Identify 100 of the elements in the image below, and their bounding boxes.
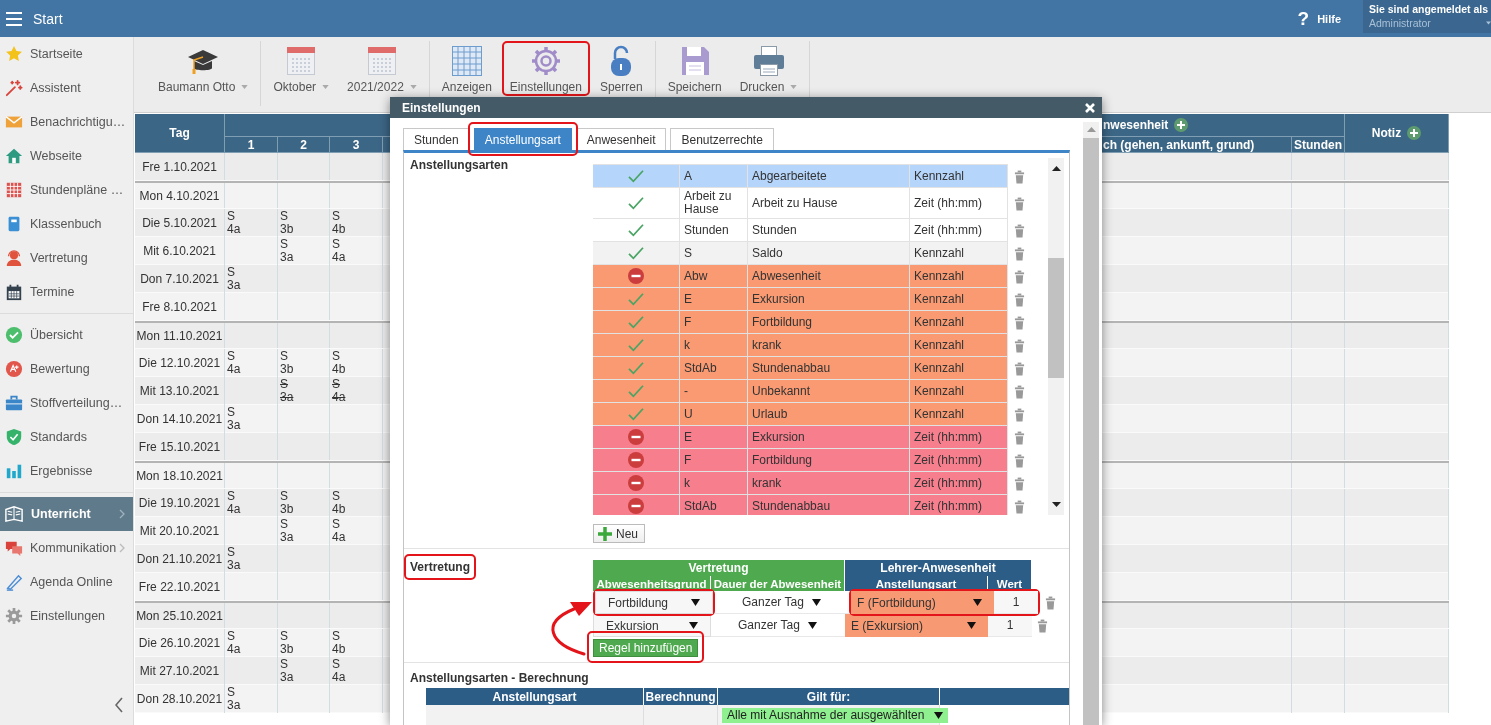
sidebar-item[interactable]: Klassenbuch [0, 207, 133, 241]
column-header: nwesenheit [1103, 118, 1169, 132]
toolbar-button[interactable]: Drucken [731, 41, 806, 96]
sidebar-item[interactable]: Stoffverteilung… [0, 386, 133, 420]
dropdown[interactable]: E (Exkursion) [845, 614, 988, 637]
close-icon[interactable] [1084, 101, 1096, 114]
toolbar-button[interactable]: Baumann Otto [150, 41, 257, 96]
sidebar-item[interactable]: Startseite [0, 37, 133, 71]
scroll-down-icon[interactable] [1051, 502, 1061, 507]
toolbar-button[interactable]: Speichern [659, 41, 730, 96]
table-cell: Fortbildung [748, 449, 910, 471]
sidebar-item[interactable]: Vertretung [0, 241, 133, 275]
trash-icon[interactable] [1013, 315, 1025, 330]
toolbar-button[interactable]: 2021/2022 [339, 41, 425, 96]
scrollbar-thumb[interactable] [1048, 258, 1064, 378]
table-cell: Stunden [680, 219, 748, 241]
sidebar-item[interactable]: Bewertung [0, 352, 133, 386]
collapse-icon[interactable] [115, 697, 123, 713]
table-cell: k [680, 334, 748, 356]
table-cell: Urlaub [748, 403, 910, 425]
table-cell: krank [748, 334, 910, 356]
table-cell: Zeit (hh:mm) [910, 219, 1008, 241]
trash-icon[interactable] [1013, 476, 1025, 491]
trash-icon[interactable] [1013, 499, 1025, 514]
table-cell: F [680, 311, 748, 333]
tab[interactable]: Anwesenheit [575, 128, 667, 150]
trash-icon[interactable] [1013, 223, 1025, 238]
sidebar-item[interactable]: Ergebnisse [0, 454, 133, 488]
number-field[interactable]: 1 [988, 614, 1032, 637]
dropdown[interactable]: F (Fortbildung) [851, 591, 994, 614]
table-cell: StdAb [680, 357, 748, 379]
trash-icon[interactable] [1013, 269, 1025, 284]
table-cell: S [680, 242, 748, 264]
table-cell: Kennzahl [910, 265, 1008, 287]
sidebar-item[interactable]: Benachrichtigu… [0, 105, 133, 139]
table-cell: Zeit (hh:mm) [910, 472, 1008, 494]
pen-icon [5, 573, 23, 591]
grid-icon [449, 44, 484, 78]
grade-icon [5, 360, 23, 378]
table-cell: Fre 8.10.2021 [135, 293, 225, 320]
toolbar-button[interactable]: Oktober [265, 41, 338, 96]
table-cell: S 3a [225, 685, 278, 713]
table-cell: Mon 25.10.2021 [135, 603, 225, 628]
table-cell: E [680, 288, 748, 310]
trash-icon[interactable] [1013, 196, 1025, 211]
trash-icon[interactable] [1013, 453, 1025, 468]
printer-icon [751, 44, 786, 78]
table-cell: Arbeit zu Hause [680, 188, 748, 218]
table-cell: Exkursion [748, 288, 910, 310]
scroll-up-icon[interactable] [1051, 166, 1061, 171]
user-menu[interactable]: Sie sind angemeldet als Administrator [1363, 0, 1491, 33]
sidebar-item[interactable]: Agenda Online [0, 565, 133, 599]
trash-icon[interactable] [1013, 169, 1025, 184]
calendar-icon [5, 283, 23, 301]
number-field[interactable]: 1 [994, 591, 1038, 614]
help-button[interactable]: ? Hilfe [1297, 7, 1341, 30]
table-cell: Arbeit zu Hause [748, 188, 910, 218]
sidebar-item[interactable]: Termine [0, 275, 133, 309]
table-cell: k [680, 472, 748, 494]
sidebar-item[interactable]: Standards [0, 420, 133, 454]
trash-icon[interactable] [1013, 384, 1025, 399]
sidebar-item[interactable]: Übersicht [0, 318, 133, 352]
table-cell: Unbekannt [748, 380, 910, 402]
dropdown[interactable]: Fortbildung [595, 591, 713, 614]
sidebar-item[interactable]: Einstellungen [0, 599, 133, 633]
table-cell: E [680, 426, 748, 448]
table-cell: Stundenabbau [748, 357, 910, 379]
new-button[interactable]: Neu [593, 524, 645, 543]
add-icon[interactable] [1174, 118, 1189, 132]
tab[interactable]: Stunden [403, 128, 470, 150]
trash-icon[interactable] [1013, 361, 1025, 376]
trash-icon[interactable] [1045, 595, 1056, 610]
sidebar-item[interactable]: Webseite [0, 139, 133, 173]
table-cell: Zeit (hh:mm) [910, 188, 1008, 218]
sidebar-item[interactable]: Unterricht [0, 497, 133, 531]
trash-icon[interactable] [1013, 338, 1025, 353]
toolbar-button[interactable]: Anzeigen [433, 41, 500, 96]
trash-icon[interactable] [1013, 246, 1025, 261]
caret-icon [1486, 21, 1491, 25]
menu-icon[interactable] [6, 11, 22, 26]
toolbar-button[interactable]: Einstellungen [501, 41, 590, 96]
trash-icon[interactable] [1013, 292, 1025, 307]
section-label: Anstellungsarten [410, 158, 508, 172]
table-cell: Kennzahl [910, 288, 1008, 310]
table-cell: F [680, 449, 748, 471]
table-cell: Kennzahl [910, 357, 1008, 379]
tab[interactable]: Benutzerrechte [670, 128, 774, 150]
trash-icon[interactable] [1013, 430, 1025, 445]
section-label: Anstellungsarten - Berechnung [410, 671, 589, 685]
sidebar-item[interactable]: Kommunikation [0, 531, 133, 565]
dropdown[interactable]: Alle mit Ausnahme der ausgewählten [722, 707, 949, 723]
trash-icon[interactable] [1013, 407, 1025, 422]
sidebar-item[interactable]: Stundenpläne … [0, 173, 133, 207]
trash-icon[interactable] [1037, 618, 1048, 633]
tab[interactable]: Anstellungsart [473, 128, 572, 150]
table-cell: U [680, 403, 748, 425]
add-icon[interactable] [1407, 126, 1422, 140]
toolbar-button[interactable]: Sperren [591, 41, 651, 96]
sidebar-item[interactable]: Assistent [0, 71, 133, 105]
bar-chart-icon [5, 462, 23, 480]
